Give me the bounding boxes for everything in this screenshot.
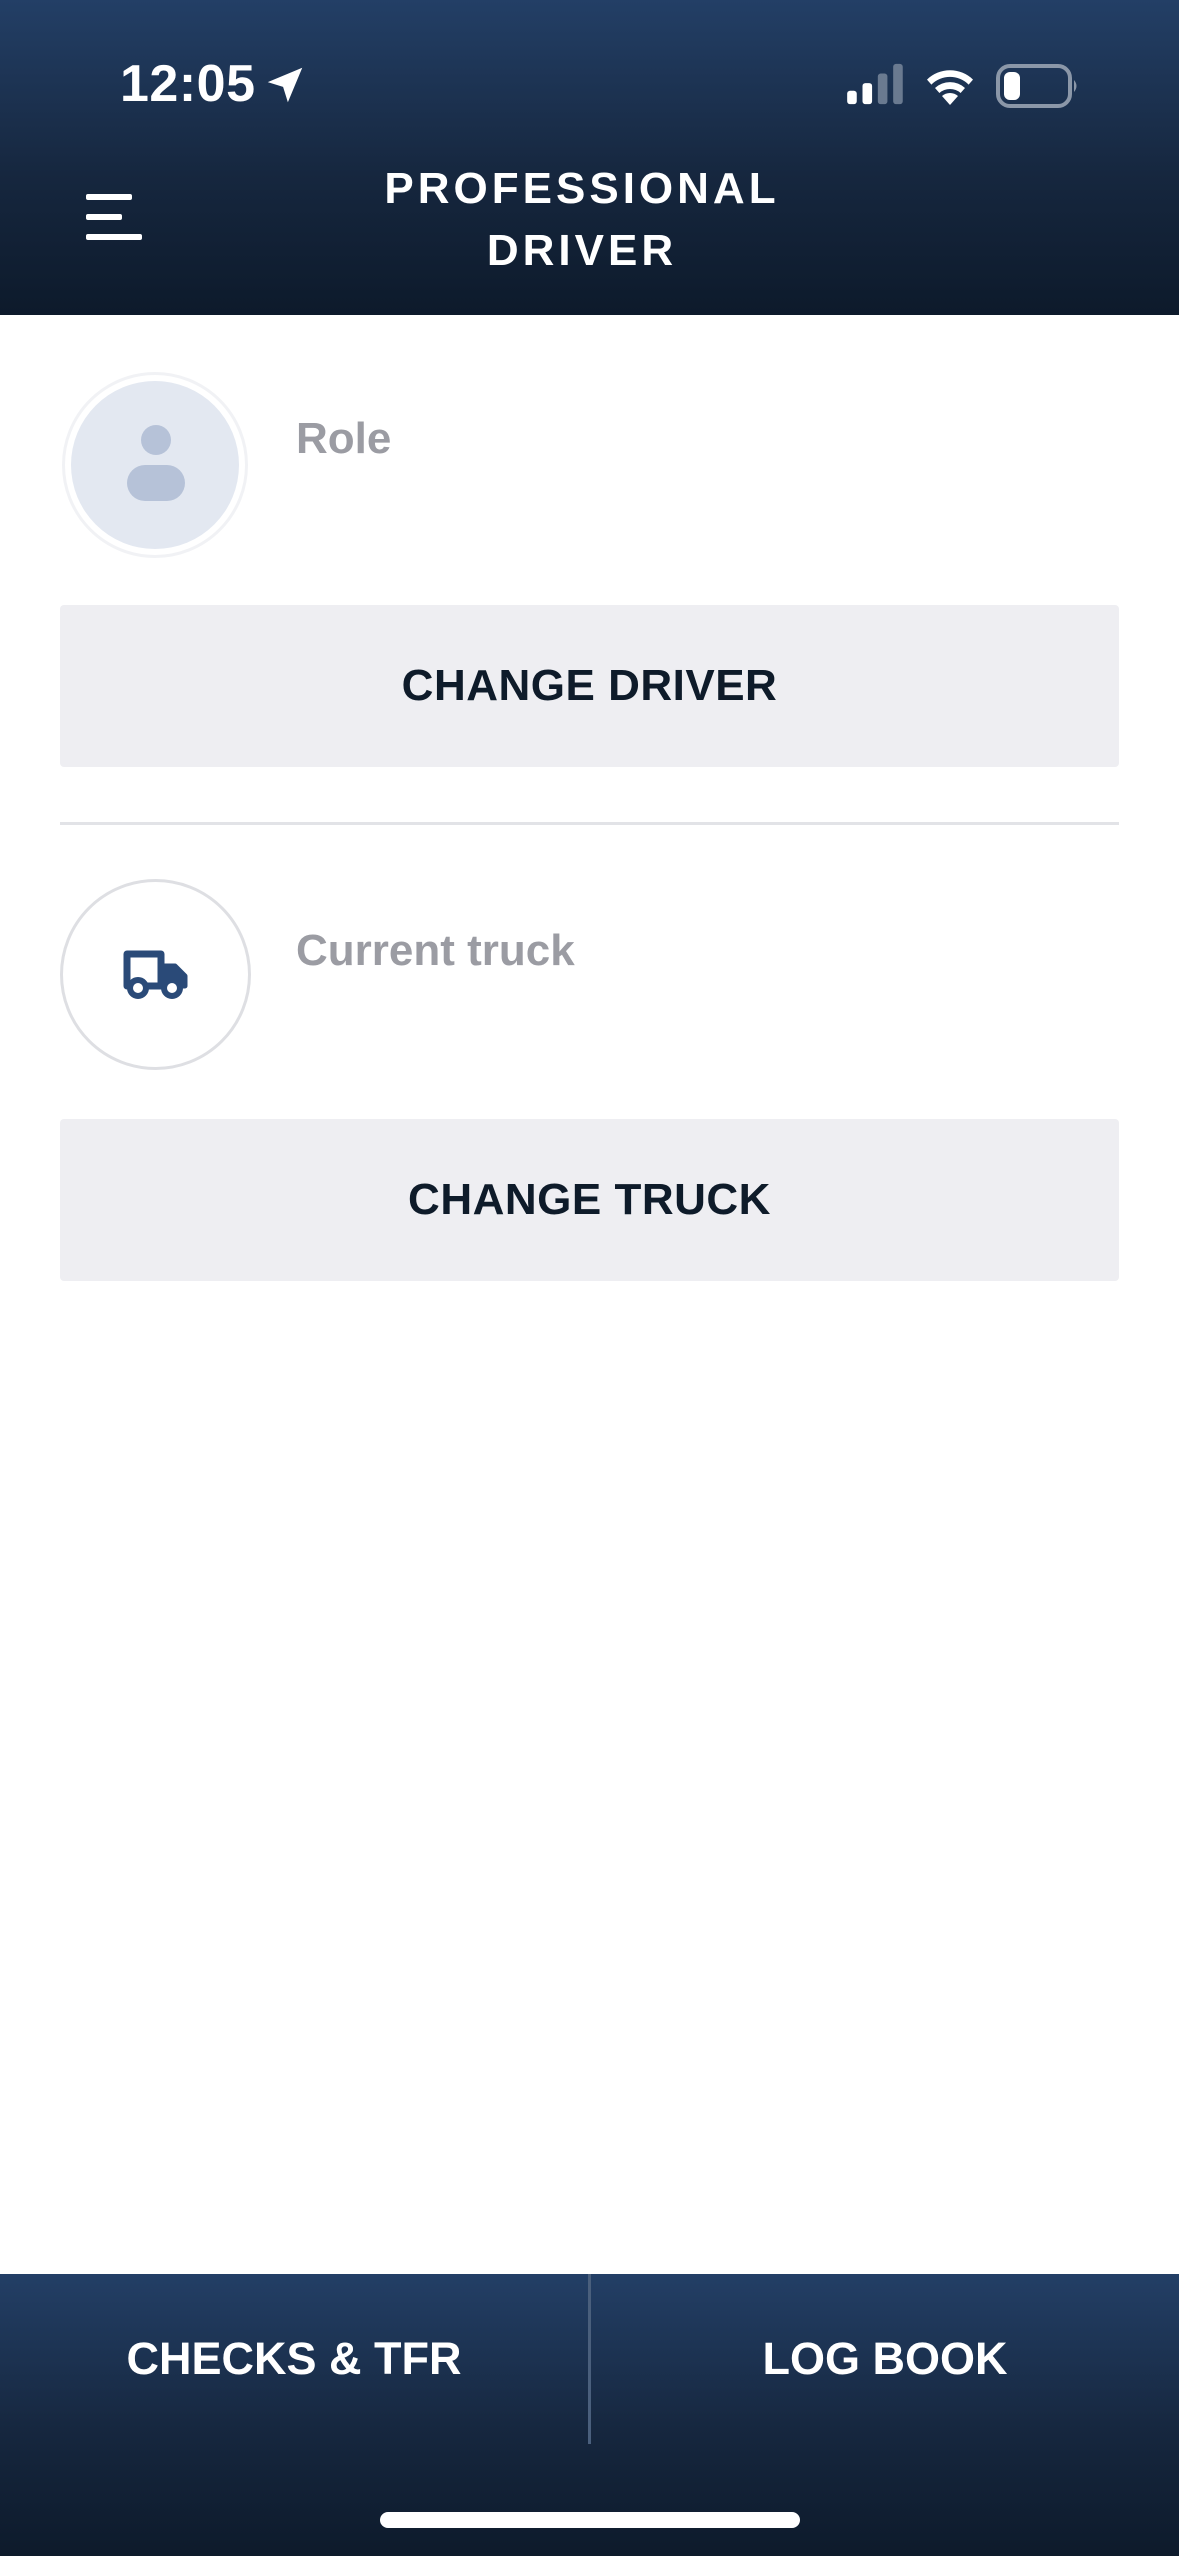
role-label: Role — [296, 414, 392, 463]
status-time: 12:05 — [120, 55, 256, 113]
page-title: PROFESSIONAL DRIVER — [384, 164, 780, 275]
current-truck-label: Current truck — [296, 926, 575, 975]
battery-icon — [996, 64, 1077, 108]
cellular-signal-icon — [847, 63, 903, 105]
location-arrow-icon — [267, 67, 303, 103]
menu-button[interactable] — [76, 180, 154, 254]
wifi-icon — [927, 70, 973, 105]
hamburger-menu-icon — [86, 194, 132, 200]
app-header: 12:05 PROFESSIONAL DRIVER — [0, 0, 1179, 315]
truck-avatar — [60, 879, 251, 1070]
change-truck-button[interactable]: CHANGE TRUCK — [60, 1119, 1119, 1281]
tab-checks-tfr[interactable]: CHECKS & TFR — [0, 2274, 588, 2444]
truck-icon — [123, 950, 188, 999]
user-avatar-icon — [62, 372, 248, 558]
home-indicator[interactable] — [380, 2512, 800, 2528]
tab-log-book[interactable]: LOG BOOK — [591, 2274, 1179, 2444]
change-driver-button[interactable]: CHANGE DRIVER — [60, 605, 1119, 767]
app-screen: 12:05 PROFESSIONAL DRIVER Role CHANGE DR… — [0, 0, 1179, 2556]
section-divider — [60, 822, 1119, 825]
